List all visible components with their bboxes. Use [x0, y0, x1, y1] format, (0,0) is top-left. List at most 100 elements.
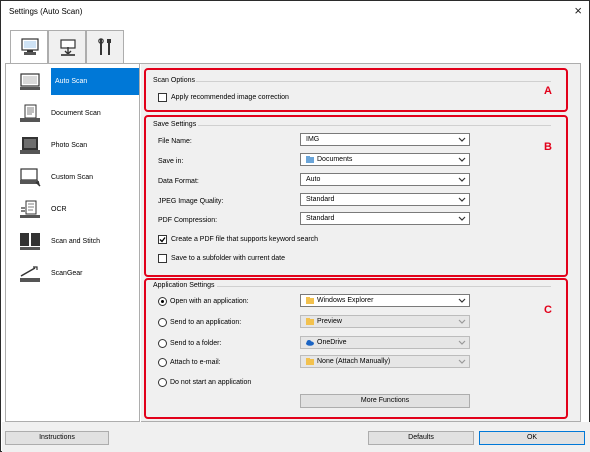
application-settings-divider [217, 286, 551, 287]
folder-icon [306, 318, 314, 325]
folder-icon [306, 358, 314, 365]
subfolder-checkbox[interactable] [158, 254, 167, 263]
custom-scan-icon [20, 168, 41, 187]
no-application-radio[interactable] [158, 378, 167, 387]
send-to-folder-value: OneDrive [317, 339, 347, 346]
apply-correction-checkbox[interactable] [158, 93, 167, 102]
scangear-icon [20, 266, 40, 282]
data-format-value: Auto [306, 176, 321, 183]
jpeg-quality-label: JPEG Image Quality: [158, 198, 224, 205]
sidebar-item-label: ScanGear [51, 270, 83, 277]
instructions-button[interactable]: Instructions [5, 431, 109, 445]
chevron-down-icon [458, 177, 466, 182]
title-bar: Settings (Auto Scan) × [1, 1, 589, 23]
sidebar-item-label: Custom Scan [51, 174, 94, 181]
sidebar-item-scangear[interactable]: ScanGear [6, 260, 139, 290]
scan-and-stitch-icon [20, 233, 40, 250]
explorer-icon [306, 297, 314, 304]
sidebar-item-scan-and-stitch[interactable]: Scan and Stitch [6, 228, 139, 258]
save-settings-divider [198, 125, 551, 126]
settings-window: Settings (Auto Scan) × Auto Scan Documen… [0, 0, 590, 452]
sidebar-item-label: Photo Scan [51, 142, 88, 149]
computer-scan-icon [21, 38, 39, 55]
no-application-label: Do not start an application [170, 379, 252, 386]
data-format-dropdown[interactable]: Auto [300, 173, 470, 186]
auto-scan-icon [20, 73, 40, 90]
open-with-application-label: Open with an application: [170, 298, 249, 305]
file-name-label: File Name: [158, 138, 192, 145]
defaults-button[interactable]: Defaults [368, 431, 474, 445]
pdf-compression-value: Standard [306, 215, 335, 222]
operation-panel-icon [60, 39, 76, 56]
save-in-value: Documents [317, 156, 353, 163]
sidebar-item-label: Scan and Stitch [51, 238, 101, 245]
file-name-input[interactable]: IMG [300, 133, 470, 146]
chevron-down-icon [458, 157, 466, 162]
jpeg-quality-value: Standard [306, 196, 335, 203]
tab-scan-from-computer[interactable] [10, 30, 48, 64]
checkmark-icon [159, 237, 166, 243]
jpeg-quality-dropdown[interactable]: Standard [300, 193, 470, 206]
sidebar-item-document-scan[interactable]: Document Scan [6, 100, 139, 130]
sidebar-item-ocr[interactable]: OCR [6, 196, 139, 226]
send-to-folder-dropdown[interactable]: OneDrive [300, 336, 470, 349]
chevron-down-icon [458, 298, 466, 303]
send-to-application-value: Preview [317, 318, 342, 325]
subfolder-label: Save to a subfolder with current date [171, 255, 286, 262]
tab-general-settings[interactable] [86, 30, 124, 63]
attach-to-email-radio[interactable] [158, 358, 167, 367]
marker-a: A [544, 85, 552, 97]
window-title: Settings (Auto Scan) [9, 7, 83, 16]
sidebar: Auto Scan Document Scan Photo Scan Custo… [5, 64, 140, 422]
tools-icon [98, 38, 111, 55]
pdf-compression-dropdown[interactable]: Standard [300, 212, 470, 225]
send-to-application-dropdown[interactable]: Preview [300, 315, 470, 328]
marker-b: B [544, 141, 552, 153]
folder-documents-icon [306, 156, 314, 163]
data-format-label: Data Format: [158, 178, 199, 185]
sidebar-item-photo-scan[interactable]: Photo Scan [6, 132, 139, 162]
chevron-down-icon [458, 216, 466, 221]
onedrive-icon [306, 340, 314, 346]
more-functions-button[interactable]: More Functions [300, 394, 470, 408]
application-settings-title: Application Settings [153, 282, 215, 289]
attach-to-email-dropdown[interactable]: None (Attach Manually) [300, 355, 470, 368]
chevron-down-icon [458, 359, 466, 364]
vertical-scrollbar[interactable] [571, 65, 580, 421]
save-settings-title: Save Settings [153, 121, 197, 128]
attach-to-email-value: None (Attach Manually) [317, 358, 391, 365]
save-in-label: Save in: [158, 158, 184, 165]
chevron-down-icon [458, 197, 466, 202]
chevron-down-icon [458, 137, 466, 142]
photo-scan-icon [20, 137, 40, 154]
open-with-application-value: Windows Explorer [317, 297, 374, 304]
scan-options-divider [196, 81, 551, 82]
sidebar-item-label: Document Scan [51, 110, 101, 117]
attach-to-email-label: Attach to e-mail: [170, 359, 221, 366]
close-button[interactable]: × [574, 4, 582, 17]
pdf-compression-label: PDF Compression: [158, 217, 218, 224]
sidebar-item-label: Auto Scan [51, 68, 139, 95]
file-name-value: IMG [306, 136, 320, 143]
apply-correction-label: Apply recommended image correction [171, 94, 289, 101]
save-in-dropdown[interactable]: Documents [300, 153, 470, 166]
send-to-application-radio[interactable] [158, 318, 167, 327]
chevron-down-icon [458, 319, 466, 324]
document-scan-icon [20, 104, 40, 122]
tab-scan-from-panel[interactable] [48, 30, 86, 63]
ok-button[interactable]: OK [479, 431, 585, 445]
scan-options-highlight [144, 68, 568, 112]
open-with-application-dropdown[interactable]: Windows Explorer [300, 294, 470, 307]
keyword-search-checkbox[interactable] [158, 235, 167, 244]
send-to-application-label: Send to an application: [170, 319, 242, 326]
send-to-folder-label: Send to a folder: [170, 340, 222, 347]
open-with-application-radio[interactable] [158, 297, 167, 306]
marker-c: C [544, 304, 552, 316]
sidebar-item-custom-scan[interactable]: Custom Scan [6, 164, 139, 194]
scan-options-title: Scan Options [153, 77, 196, 84]
sidebar-item-auto-scan[interactable]: Auto Scan [6, 68, 139, 98]
send-to-folder-radio[interactable] [158, 339, 167, 348]
keyword-search-label: Create a PDF file that supports keyword … [171, 236, 319, 243]
ocr-icon [20, 200, 40, 218]
chevron-down-icon [458, 340, 466, 345]
